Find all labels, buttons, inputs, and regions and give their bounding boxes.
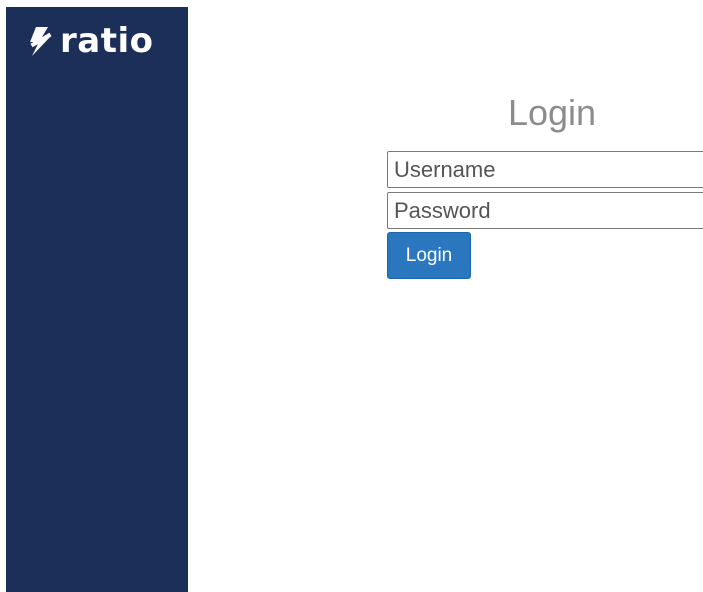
username-input[interactable] <box>387 151 703 188</box>
password-input[interactable] <box>387 192 703 229</box>
brand-name: ratio <box>60 21 154 61</box>
sidebar: ratio <box>6 7 188 592</box>
login-title: Login <box>507 92 597 133</box>
ratio-logo-icon <box>30 27 52 56</box>
brand-logo[interactable]: ratio <box>28 21 153 61</box>
login-button[interactable]: Login <box>387 232 471 279</box>
